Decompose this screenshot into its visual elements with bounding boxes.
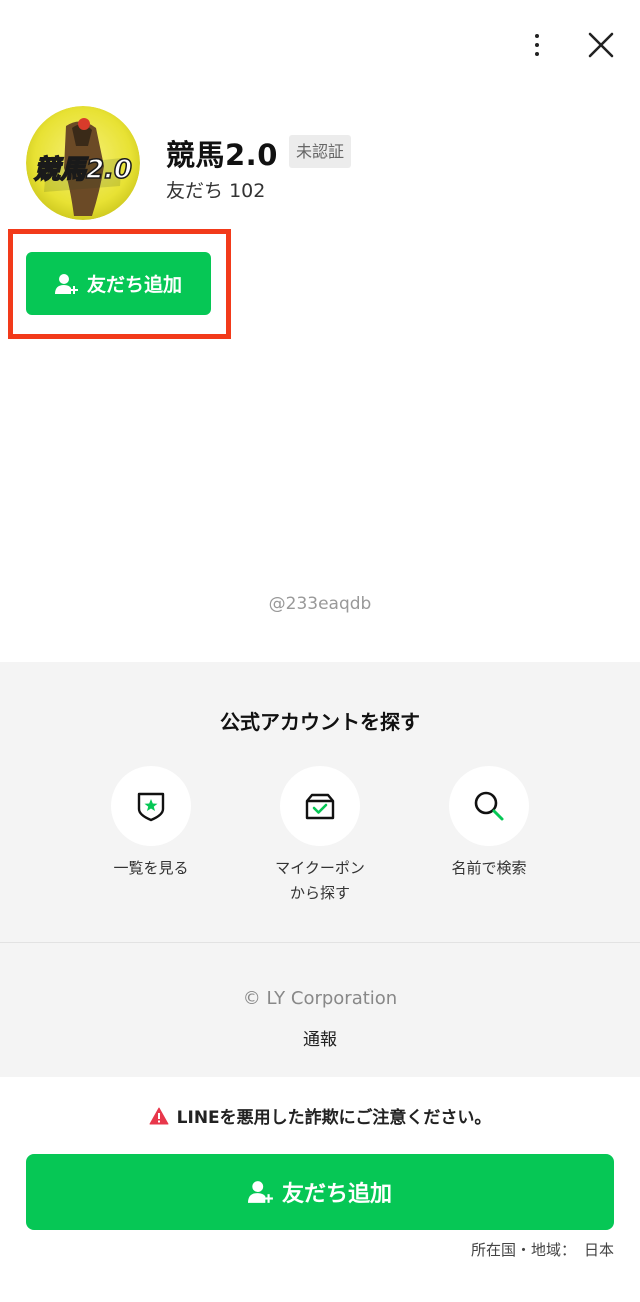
add-friend-bottom-button[interactable]: 友だち追加 <box>26 1154 614 1230</box>
fraud-warning-text: LINEを悪用した詐欺にご注意ください。 <box>176 1108 492 1128</box>
more-options-button[interactable] <box>520 28 554 62</box>
footer: © LY Corporation 通報 <box>0 943 640 1077</box>
warning-icon <box>149 1107 169 1124</box>
more-vertical-icon <box>535 34 539 38</box>
add-user-icon <box>247 1181 273 1203</box>
report-link[interactable]: 通報 <box>0 1025 640 1050</box>
more-vertical-icon-dot <box>535 43 539 47</box>
region-label: 所在国・地域： <box>470 1241 576 1259</box>
friends-number: 102 <box>229 180 266 202</box>
top-bar <box>0 0 640 90</box>
my-coupon-circle <box>280 766 360 846</box>
avatar[interactable]: 競馬2.0 <box>26 106 140 220</box>
add-friend-button[interactable]: 友だち追加 <box>26 252 211 315</box>
close-icon <box>588 32 614 58</box>
add-friend-button-label: 友だち追加 <box>86 274 182 296</box>
friends-label: 友だち <box>166 180 224 202</box>
explore-title: 公式アカウントを探す <box>220 710 420 734</box>
coupon-box-icon <box>305 793 335 820</box>
copyright-text: © LY Corporation <box>242 988 398 1009</box>
close-button[interactable] <box>584 28 618 62</box>
fraud-warning: LINEを悪用した詐欺にご注意ください。 <box>0 1103 640 1128</box>
shield-star-icon <box>137 792 165 822</box>
bottom-bar: LINEを悪用した詐欺にご注意ください。 友だち追加 所在国・地域： 日本 <box>0 1077 640 1302</box>
explore-section: 公式アカウントを探す 一覧を見る マイクーポン から探す 名前で検索 <box>0 662 640 942</box>
search-icon <box>474 791 504 821</box>
browse-list-label: 一覧を見る <box>113 859 189 877</box>
region-value: 日本 <box>583 1241 614 1259</box>
more-vertical-icon-dot <box>535 52 539 56</box>
avatar-image: 競馬2.0 <box>26 106 140 220</box>
search-by-name-circle <box>449 766 529 846</box>
account-id: @233eaqdb <box>268 594 372 614</box>
add-user-icon <box>54 273 78 294</box>
search-by-name-label: 名前で検索 <box>451 859 527 877</box>
verification-badge: 未認証 <box>289 135 352 168</box>
my-coupon-label: マイクーポン から探す <box>275 859 365 902</box>
add-friend-bottom-label: 友だち追加 <box>281 1182 392 1207</box>
browse-list-button[interactable]: 一覧を見る <box>81 766 221 881</box>
account-name: 競馬2.0 <box>166 138 278 172</box>
profile-section: 競馬2.0 競馬2.0 未認証 友だち 102 <box>26 106 616 224</box>
search-by-name-button[interactable]: 名前で検索 <box>419 766 559 881</box>
avatar-logo-text: 競馬2.0 <box>34 155 132 185</box>
friends-count: 友だち 102 <box>166 176 265 203</box>
my-coupon-button[interactable]: マイクーポン から探す <box>250 766 390 906</box>
browse-list-circle <box>111 766 191 846</box>
region-info: 所在国・地域： 日本 <box>471 1239 614 1260</box>
